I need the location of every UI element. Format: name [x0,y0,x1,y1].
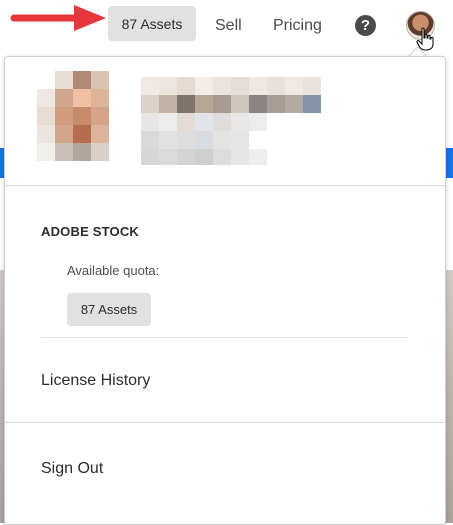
account-dropdown: ADOBE STOCK Available quota: 87 Assets L… [4,56,446,525]
annotation-arrow-top-icon [10,5,106,31]
help-icon[interactable]: ? [355,15,376,36]
available-quota-label: Available quota: [67,263,160,278]
signout-divider [5,422,445,423]
nav-pricing-link[interactable]: Pricing [273,17,322,35]
sign-out-link[interactable]: Sign Out [41,460,103,478]
quota-divider [41,337,408,338]
license-history-link[interactable]: License History [41,372,150,390]
nav-sell-link[interactable]: Sell [215,17,242,35]
profile-header [5,57,445,185]
quota-assets-badge[interactable]: 87 Assets [67,293,151,326]
assets-quota-button[interactable]: 87 Assets [108,6,196,41]
profile-divider [5,185,445,186]
adobe-stock-heading: ADOBE STOCK [41,224,140,239]
